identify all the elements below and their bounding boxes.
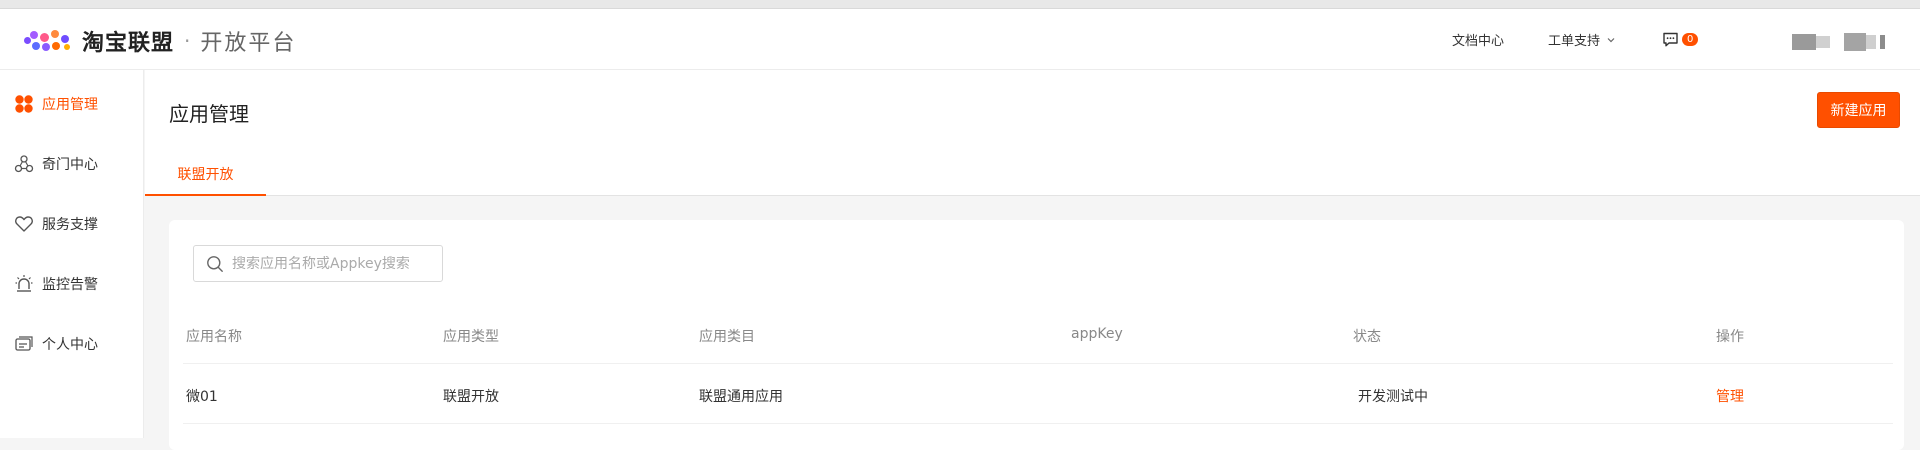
message-count-badge: 0 (1682, 33, 1699, 46)
table-header-divider (183, 363, 1893, 364)
logo[interactable]: 淘宝联盟 · 开放平台 (24, 25, 296, 57)
nav-ticket-support-label: 工单支持 (1548, 34, 1601, 49)
cell-app-category: 联盟通用应用 (699, 389, 783, 405)
main-content: 应用管理 新建应用 联盟开放 应用名称 应用类型 应用类目 appKey 状态 … (145, 70, 1920, 450)
top-header: 淘宝联盟 · 开放平台 文档中心 工单支持 0 (0, 9, 1920, 70)
sidebar-item-label: 个人中心 (42, 337, 98, 353)
qimen-nodes-icon (14, 154, 34, 174)
cell-app-type: 联盟开放 (443, 389, 499, 405)
sidebar-item-label: 应用管理 (42, 97, 98, 113)
cell-status: 开发测试中 (1358, 389, 1428, 405)
manage-link[interactable]: 管理 (1716, 386, 1744, 406)
heart-icon (14, 214, 34, 234)
sidebar-item-service-support[interactable]: 服务支撑 (14, 212, 98, 236)
user-card-icon (14, 334, 34, 354)
brand-name: 淘宝联盟 (82, 31, 175, 56)
column-header-app-name: 应用名称 (186, 329, 242, 345)
alarm-light-icon (14, 274, 34, 294)
nav-docs-label: 文档中心 (1452, 34, 1505, 49)
column-header-status: 状态 (1353, 329, 1381, 345)
column-header-action: 操作 (1716, 329, 1744, 345)
nav-docs[interactable]: 文档中心 (1452, 9, 1504, 70)
sidebar: 应用管理 奇门中心 服务支撑 监控告警 个人中心 (0, 70, 144, 438)
sidebar-item-label: 奇门中心 (42, 157, 98, 173)
app-grid-icon (14, 94, 34, 114)
app-list-card: 应用名称 应用类型 应用类目 appKey 状态 操作 微01 联盟开放 联盟通… (169, 220, 1904, 450)
sidebar-item-personal-center[interactable]: 个人中心 (14, 332, 98, 356)
new-app-button[interactable]: 新建应用 (1817, 92, 1900, 128)
sidebar-item-app-management[interactable]: 应用管理 (14, 92, 98, 116)
search-icon (206, 255, 224, 273)
column-header-app-category: 应用类目 (699, 329, 755, 345)
page-title: 应用管理 (169, 102, 249, 126)
search-box[interactable] (193, 245, 443, 282)
sidebar-item-monitor-alarm[interactable]: 监控告警 (14, 272, 98, 296)
user-avatar[interactable] (1792, 31, 1892, 53)
message-bubble-icon (1662, 31, 1679, 48)
cell-app-name: 微01 (186, 389, 218, 405)
page-header: 应用管理 新建应用 联盟开放 (145, 70, 1920, 196)
search-input[interactable] (232, 255, 432, 272)
browser-top-strip (0, 0, 1920, 9)
brand-separator: · (184, 29, 191, 53)
tab-union-open[interactable]: 联盟开放 (145, 156, 266, 196)
platform-name: 开放平台 (200, 31, 297, 56)
chevron-down-icon (1606, 35, 1616, 45)
messages-button[interactable]: 0 (1662, 9, 1699, 70)
nav-ticket-support[interactable]: 工单支持 (1548, 9, 1616, 70)
column-header-app-type: 应用类型 (443, 329, 499, 345)
sidebar-item-qimen-center[interactable]: 奇门中心 (14, 152, 98, 176)
sidebar-item-label: 监控告警 (42, 277, 98, 293)
column-header-appkey: appKey (1071, 326, 1123, 342)
table-row-divider (183, 423, 1893, 424)
taobao-union-logo-icon (24, 28, 72, 54)
sidebar-item-label: 服务支撑 (42, 217, 98, 233)
